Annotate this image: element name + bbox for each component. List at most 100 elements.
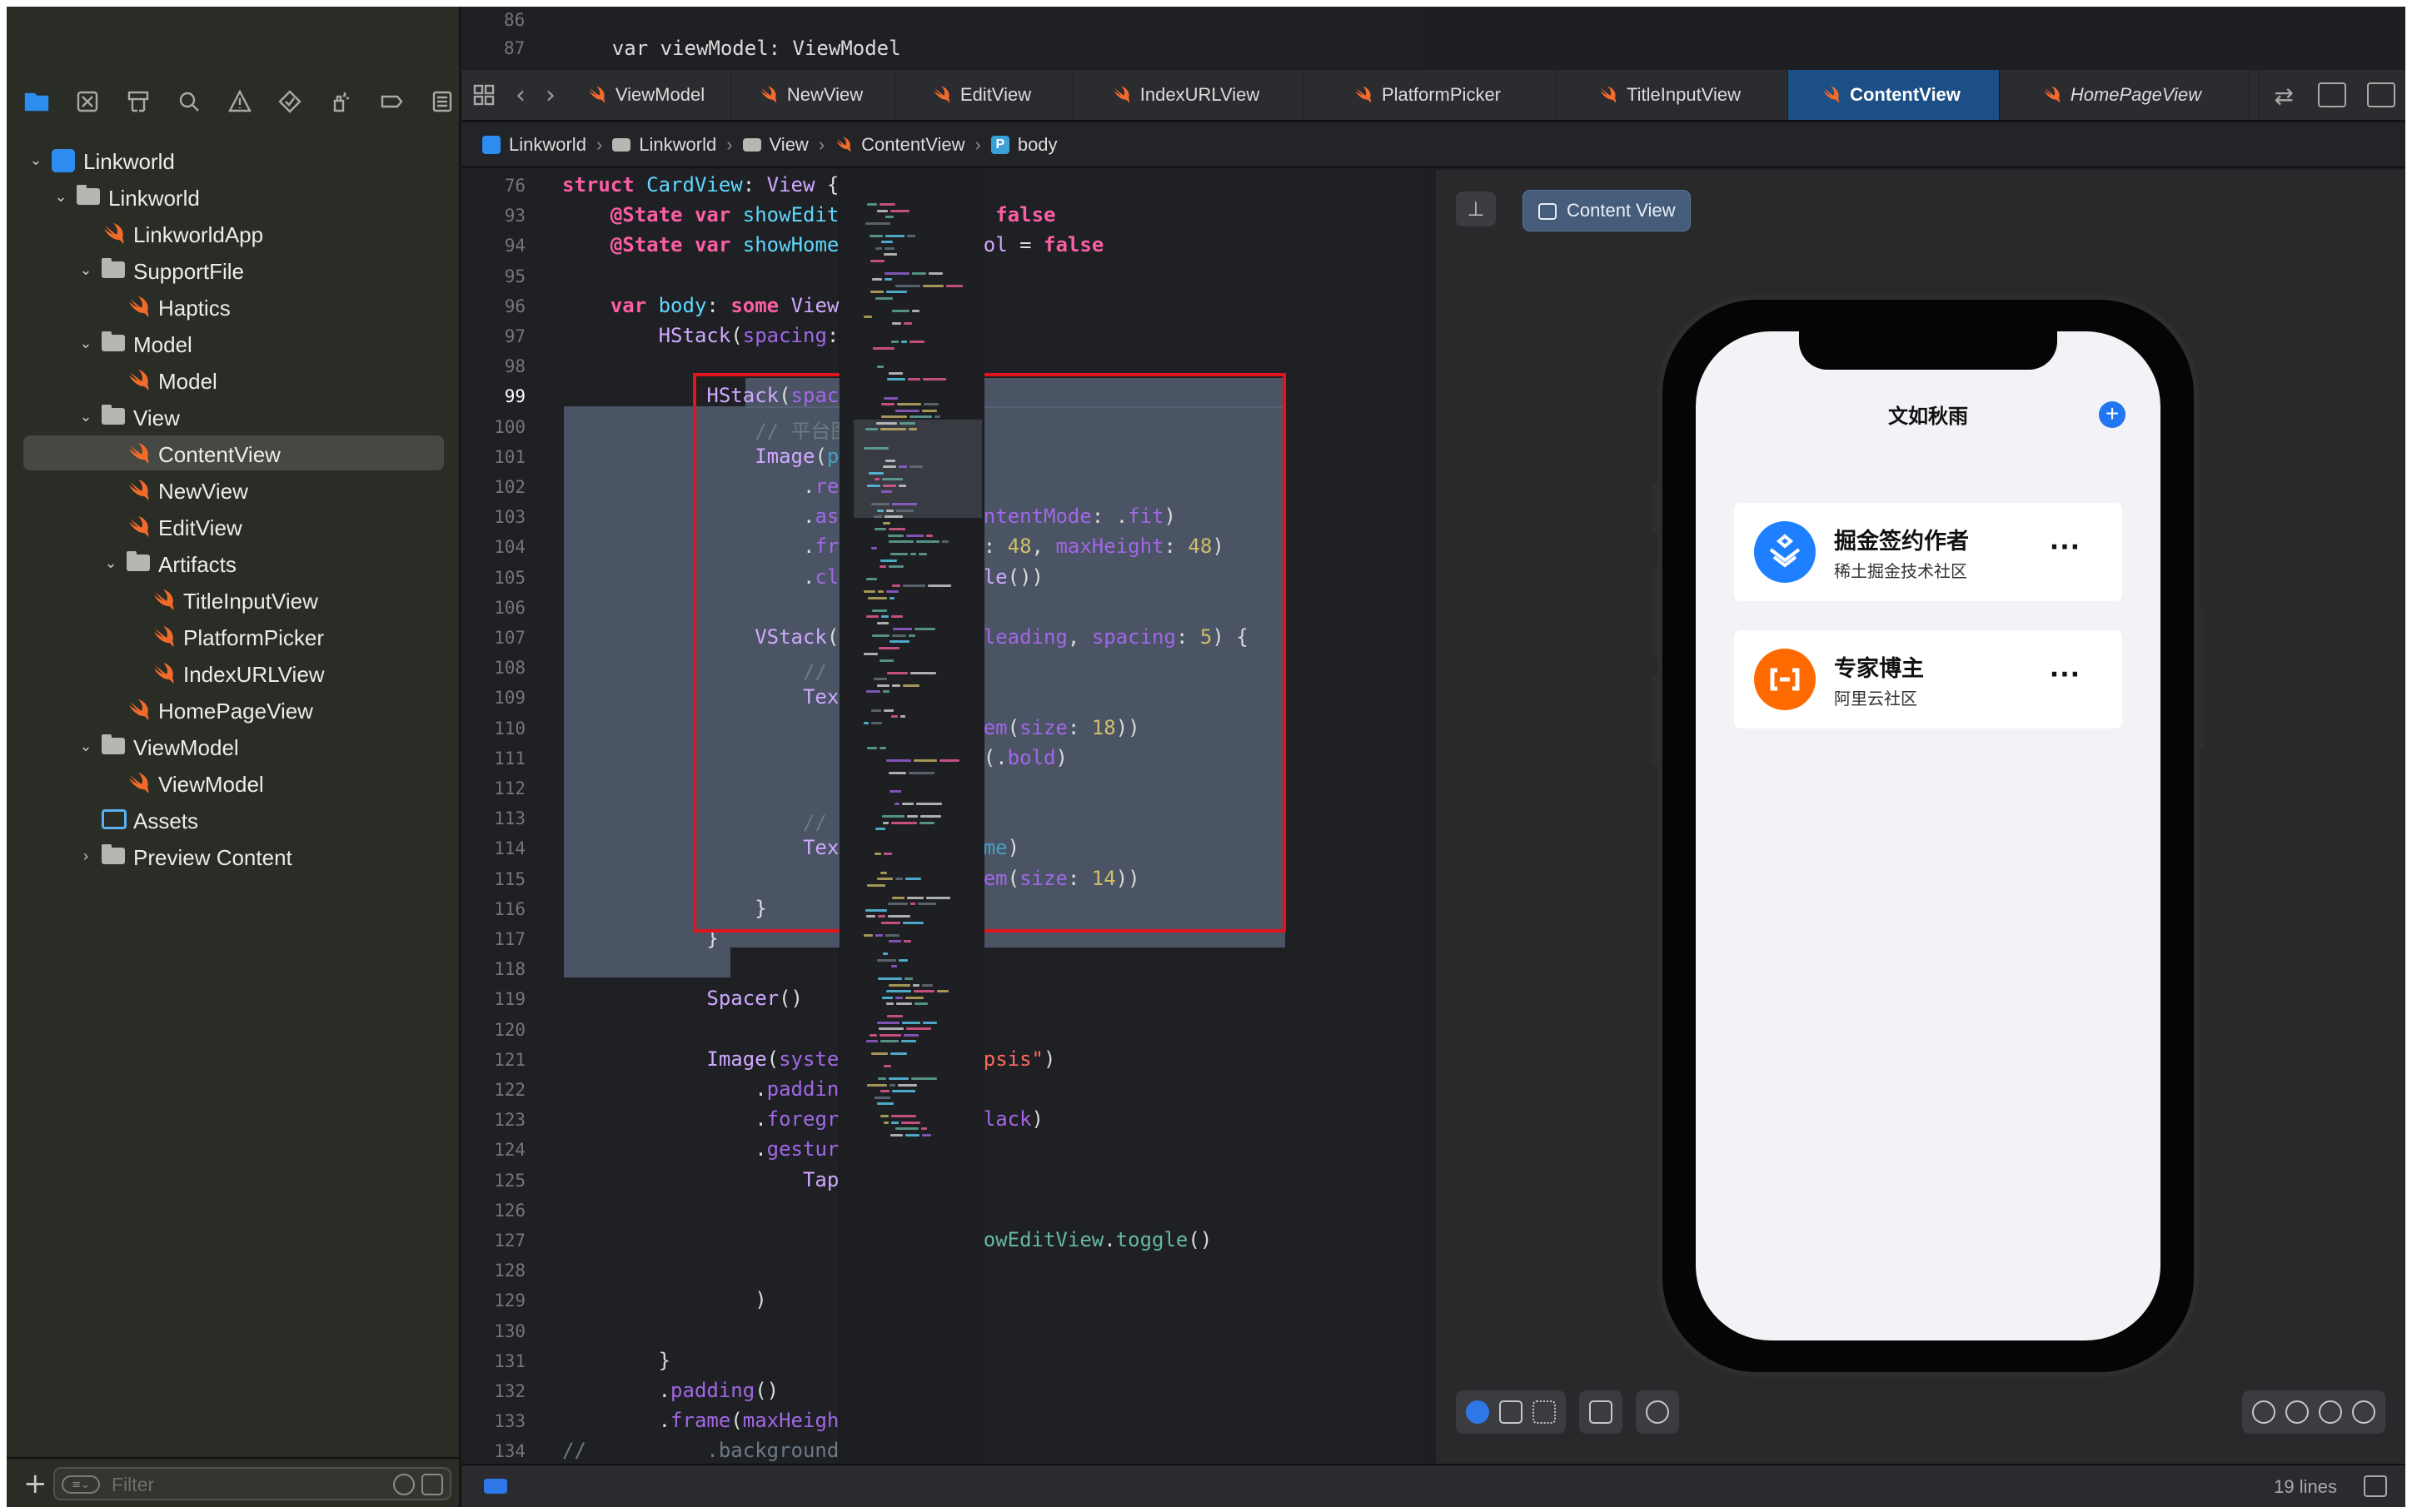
tree-item[interactable]: Model [7,361,461,398]
debug-spray-icon[interactable] [322,83,359,120]
jump-bar-item[interactable]: Pbody [990,134,1058,156]
tree-item[interactable]: ⌄ Model [7,325,461,361]
folder-icon[interactable] [18,83,55,120]
preview-selector-button[interactable]: Content View [1522,190,1692,231]
zoom-actual-size-icon[interactable] [2319,1400,2342,1424]
editor-tab[interactable]: EditView [895,70,1074,120]
minimap-line [905,878,921,880]
tree-item[interactable]: ⌄ ViewModel [7,728,461,764]
test-diamond-icon[interactable] [272,83,308,120]
editor-tab[interactable]: ContentView [1788,70,2000,120]
chevron-down-icon[interactable]: ⌄ [27,151,45,169]
canvas-toggle-icon[interactable] [2364,1475,2387,1497]
variants-grid-icon[interactable] [1532,1400,1556,1424]
add-file-button[interactable]: + [23,1467,47,1500]
tree-item[interactable]: ContentView [7,435,461,471]
tree-item[interactable]: EditView [7,508,461,545]
filter-field[interactable]: ≡⌄ Filter [53,1467,451,1500]
symbol-navigator-icon[interactable] [120,83,157,120]
swift-file-icon [152,624,177,647]
editor-options-icon[interactable] [2318,82,2347,107]
minimap-line [866,690,880,693]
chevron-down-icon[interactable]: ⌄ [102,554,120,572]
editor-tab[interactable]: ViewModel [566,70,732,120]
tree-item[interactable]: ⌄ View [7,398,461,435]
chevron-down-icon[interactable]: ⌄ [77,737,95,755]
tree-item[interactable]: ViewModel [7,764,461,801]
related-items-icon[interactable]: ⇄ [2270,82,2298,110]
editor-tab[interactable]: NewView [732,70,895,120]
editor-tab[interactable]: HomePageView [2000,70,2250,120]
tree-item[interactable]: Haptics [7,288,461,325]
editor-tab[interactable]: PlatformPicker [1303,70,1557,120]
back-chevron-icon[interactable]: ‹ [506,70,536,120]
tree-item[interactable]: HomePageView [7,691,461,728]
minimap-line [882,478,903,480]
ellipsis-icon[interactable]: ··· [2050,660,2081,689]
editor-tab[interactable]: IndexURLView [1074,70,1303,120]
live-preview-icon[interactable] [1466,1400,1489,1424]
platform-card[interactable]: 专家博主 阿里云社区 ··· [1734,630,2122,729]
report-icon[interactable] [424,83,461,120]
tree-item[interactable]: NewView [7,471,461,508]
tree-item[interactable]: LinkworldApp [7,215,461,251]
minimap-line [889,371,903,375]
minimap-line [889,940,901,943]
tree-item[interactable]: TitleInputView [7,581,461,618]
tree-item[interactable]: ⌄ Artifacts [7,545,461,581]
editor-tab[interactable]: TitleInputView [1557,70,1788,120]
pin-icon[interactable]: ⊥ [1456,191,1496,226]
preview-chip-label: Content View [1567,200,1676,221]
folder-icon [102,331,125,351]
search-icon[interactable] [171,83,207,120]
tree-item[interactable]: ⌄ SupportFile [7,251,461,288]
folder-icon [742,138,761,152]
minimap[interactable] [840,170,984,1464]
source-control-filter-icon[interactable] [421,1474,443,1495]
breakpoint-icon[interactable] [373,83,410,120]
add-button[interactable]: + [2099,401,2125,428]
filter-options-icon[interactable]: ≡⌄ [62,1475,100,1494]
jump-bar-item[interactable]: View [742,134,809,156]
tree-item[interactable]: ⌄ Linkworld [7,142,461,178]
ellipsis-icon[interactable]: ··· [2050,533,2081,562]
chevron-down-icon[interactable]: ⌄ [77,261,95,279]
jump-bar-item[interactable]: Linkworld [482,134,586,156]
forward-chevron-icon[interactable]: › [536,70,566,120]
jump-bar-item[interactable]: Linkworld [612,134,716,156]
tree-item[interactable]: › Preview Content [7,838,461,874]
chevron-down-icon[interactable]: ⌄ [77,407,95,425]
zoom-in-icon[interactable] [2352,1400,2375,1424]
minimap-line [921,1127,927,1130]
warning-icon[interactable] [222,83,258,120]
recent-files-icon[interactable] [393,1474,415,1495]
selectable-mode-icon[interactable] [1499,1400,1522,1424]
jump-bar-item[interactable]: ContentView [835,134,965,156]
device-icon[interactable] [1646,1400,1669,1424]
tree-item[interactable]: ⌄ Linkworld [7,178,461,215]
swift-file-icon [102,221,127,244]
minimap-line [923,378,946,380]
add-editor-icon[interactable] [2366,82,2395,107]
chevron-down-icon[interactable]: ⌄ [77,334,95,352]
tree-item[interactable]: PlatformPicker [7,618,461,654]
zoom-to-fit-icon[interactable] [2285,1400,2309,1424]
minimap-line [926,896,950,899]
chevron-down-icon[interactable]: ⌄ [52,187,70,206]
zoom-out-icon[interactable] [2252,1400,2275,1424]
minimap-line [886,1002,894,1005]
minimap-line [874,515,882,518]
minimap-line [904,1033,919,1037]
debug-area-toggle-icon[interactable] [484,1479,507,1494]
chevron-right-icon[interactable]: › [77,847,95,865]
minimap-line [878,590,884,593]
line-number: 86 [504,10,526,30]
editor-grid-icon[interactable] [462,70,506,120]
source-control-icon[interactable] [69,83,106,120]
tree-item[interactable]: IndexURLView [7,654,461,691]
platform-card[interactable]: 掘金签约作者 稀土掘金技术社区 ··· [1734,503,2122,601]
minimap-line [892,1090,915,1092]
device-settings-icon[interactable] [1589,1400,1612,1424]
tree-item[interactable]: Assets [7,801,461,838]
tree-item-label: Linkworld [83,149,175,174]
